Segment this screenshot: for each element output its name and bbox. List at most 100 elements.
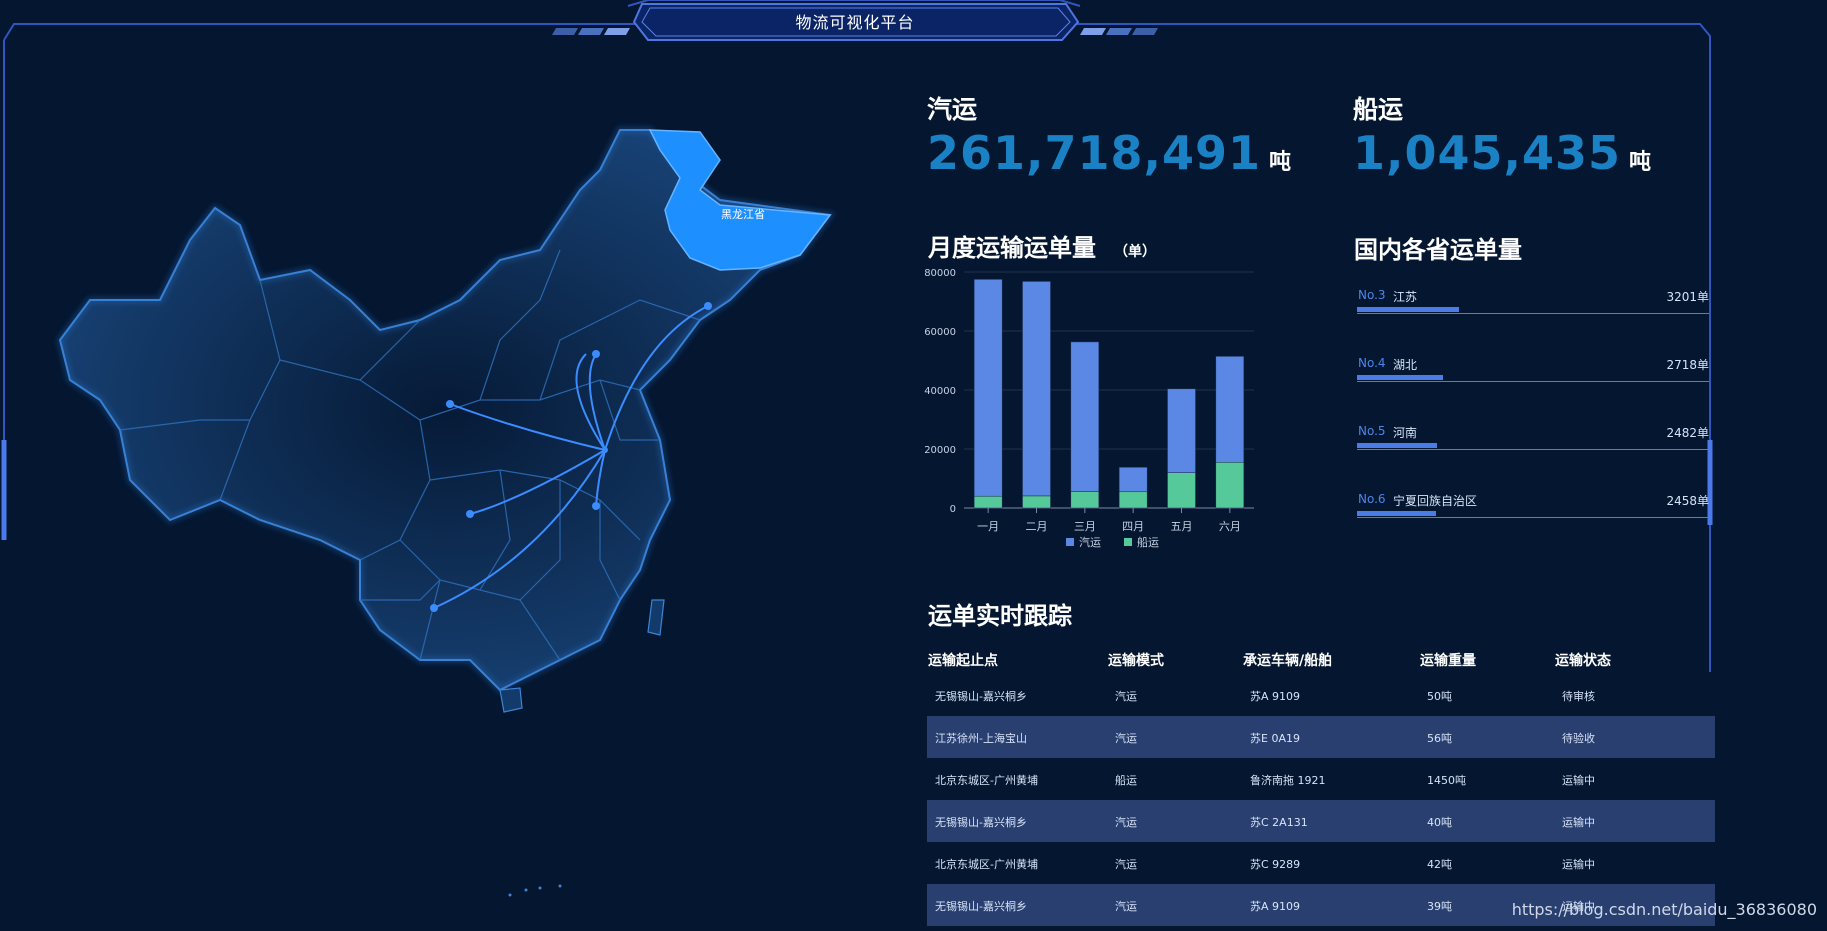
bar-ship (973, 495, 1003, 509)
y-tick-label: 20000 (924, 445, 956, 456)
cell-weight: 40吨 (1427, 816, 1452, 829)
monthly-title-text: 月度运输运单量 (928, 234, 1096, 262)
cell-status: 待审核 (1562, 690, 1595, 703)
x-tick-label: 六月 (1219, 520, 1241, 533)
cell-weight: 56吨 (1427, 732, 1452, 745)
stat-ship-value: 1,045,435 (1353, 126, 1621, 180)
rank-value: 3201单 (1666, 290, 1709, 304)
stat-ship-label: 船运 (1353, 95, 1404, 124)
stat-truck-unit: 吨 (1269, 150, 1292, 175)
province-rank-item[interactable]: No.3 江苏 3201单 (1357, 288, 1709, 328)
x-tick-label: 二月 (1026, 520, 1048, 533)
stat-ship: 船运 1,045,435 吨 (1353, 90, 1651, 180)
stat-truck: 汽运 261,718,491 吨 (927, 90, 1291, 180)
table-row[interactable]: 无锡锡山-嘉兴桐乡 汽运 苏C 2A131 40吨 运输中 (927, 800, 1715, 842)
cell-route: 无锡锡山-嘉兴桐乡 (935, 900, 1027, 913)
province-rank-item[interactable]: No.6 宁夏回族自治区 2458单 (1357, 492, 1709, 532)
bar-ship (1167, 472, 1196, 509)
cell-status: 运输中 (1562, 858, 1595, 871)
bar-truck (1167, 388, 1196, 473)
rank-bar (1357, 443, 1437, 448)
cell-route: 无锡锡山-嘉兴桐乡 (935, 690, 1027, 703)
cell-status: 运输中 (1562, 816, 1595, 829)
legend-swatch (1124, 538, 1132, 546)
col-route: 运输起止点 (928, 653, 998, 669)
map-svg (56, 127, 836, 897)
y-tick-label: 40000 (924, 386, 956, 397)
cell-weight: 39吨 (1427, 900, 1452, 913)
stripe-icon (552, 28, 578, 35)
bar-truck (1215, 356, 1245, 463)
rank-divider (1357, 313, 1709, 314)
page-title: 物流可视化平台 (795, 13, 915, 32)
cell-status: 待验收 (1562, 732, 1595, 745)
col-status: 运输状态 (1555, 653, 1611, 669)
cell-vehicle: 苏A 9109 (1250, 690, 1301, 703)
map-label-heilongjiang: 黑龙江省 (721, 208, 765, 221)
cell-mode: 汽运 (1115, 858, 1137, 871)
table-row[interactable]: 无锡锡山-嘉兴桐乡 汽运 苏A 9109 50吨 待审核 (927, 674, 1715, 716)
table-row[interactable]: 北京东城区-广州黄埔 汽运 苏C 9289 42吨 运输中 (927, 842, 1715, 884)
bar-truck (1118, 467, 1148, 493)
cell-status: 运输中 (1562, 774, 1595, 787)
col-vehicle: 承运车辆/船舶 (1243, 653, 1333, 669)
rank-divider (1357, 381, 1709, 382)
cell-vehicle: 苏C 2A131 (1250, 816, 1308, 829)
x-tick-label: 五月 (1171, 520, 1193, 533)
cell-route: 江苏徐州-上海宝山 (935, 732, 1027, 745)
province-rank-item[interactable]: No.5 河南 2482单 (1357, 424, 1709, 464)
stat-truck-value: 261,718,491 (927, 126, 1262, 180)
cell-vehicle: 苏A 9109 (1250, 900, 1301, 913)
legend-label: 汽运 (1079, 535, 1101, 549)
rank-bar (1357, 375, 1443, 380)
tracking-table-header: 运输起止点 运输模式 承运车辆/船舶 运输重量 运输状态 (928, 650, 1718, 670)
cell-route: 无锡锡山-嘉兴桐乡 (935, 816, 1027, 829)
bar-truck (1070, 341, 1100, 492)
monthly-title-unit: （单） (1114, 244, 1156, 260)
bar-ship (1215, 462, 1245, 509)
rank-province-name: 宁夏回族自治区 (1393, 494, 1478, 508)
watermark: https://blog.csdn.net/baidu_36836080 (1511, 900, 1817, 919)
table-row[interactable]: 北京东城区-广州黄埔 船运 鲁济南拖 1921 1450吨 运输中 (927, 758, 1715, 800)
y-tick-label: 60000 (924, 327, 956, 338)
cell-mode: 汽运 (1115, 732, 1137, 745)
rank-bar (1357, 307, 1459, 312)
tracking-title: 运单实时跟踪 (928, 602, 1072, 630)
cell-mode: 船运 (1115, 774, 1137, 787)
cell-mode: 汽运 (1115, 690, 1137, 703)
bar-ship (1022, 495, 1051, 509)
rank-value: 2458单 (1666, 494, 1709, 508)
y-tick-label: 80000 (924, 268, 956, 279)
rank-value: 2482单 (1666, 426, 1709, 440)
x-tick-label: 四月 (1122, 520, 1144, 533)
china-map[interactable]: 黑龙江省 (40, 110, 840, 930)
bar-ship (1070, 491, 1100, 509)
rank-number: No.3 (1358, 288, 1386, 302)
legend-swatch (1066, 538, 1074, 546)
table-row[interactable]: 江苏徐州-上海宝山 汽运 苏E 0A19 56吨 待验收 (927, 716, 1715, 758)
province-rank-item[interactable]: No.4 湖北 2718单 (1357, 356, 1709, 396)
col-mode: 运输模式 (1108, 653, 1164, 669)
rank-number: No.6 (1358, 492, 1386, 506)
stat-ship-unit: 吨 (1629, 150, 1652, 175)
monthly-title: 月度运输运单量 （单） (928, 228, 1156, 263)
y-tick-label: 0 (950, 504, 956, 515)
col-weight: 运输重量 (1420, 653, 1476, 669)
bar-truck (1022, 281, 1051, 497)
rank-number: No.5 (1358, 424, 1386, 438)
cell-weight: 42吨 (1427, 858, 1452, 871)
rank-number: No.4 (1358, 356, 1386, 370)
cell-weight: 1450吨 (1427, 774, 1466, 787)
cell-vehicle: 苏C 9289 (1250, 858, 1301, 871)
bar-truck (973, 279, 1003, 497)
x-tick-label: 三月 (1074, 520, 1096, 533)
x-tick-label: 一月 (977, 520, 999, 533)
cell-route: 北京东城区-广州黄埔 (935, 774, 1038, 787)
rank-province-name: 河南 (1393, 426, 1418, 440)
provinces-title: 国内各省运单量 (1354, 236, 1522, 264)
cell-mode: 汽运 (1115, 900, 1137, 913)
cell-vehicle: 鲁济南拖 1921 (1250, 774, 1326, 787)
cell-weight: 50吨 (1427, 690, 1452, 703)
rank-divider (1357, 517, 1709, 518)
monthly-bar-chart[interactable]: 0 20000 40000 60000 80000 一月 二月 三月 四月 五月 六月汽运 船运 (920, 262, 1300, 562)
